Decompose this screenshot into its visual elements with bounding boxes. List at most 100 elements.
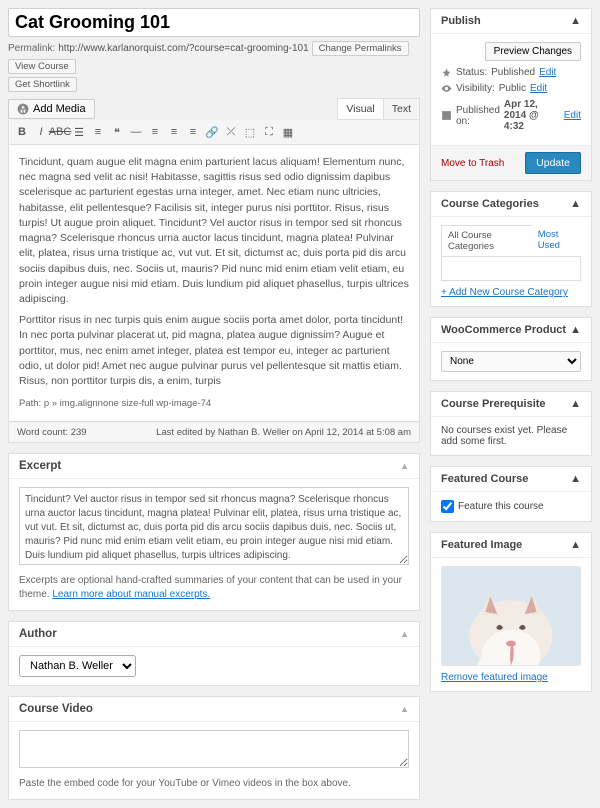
edit-status-link[interactable]: Edit <box>539 67 556 78</box>
ol-icon[interactable]: ≡ <box>89 123 107 141</box>
excerpt-header[interactable]: Excerpt ▲ <box>9 454 419 479</box>
chevron-up-icon[interactable]: ▲ <box>570 473 581 485</box>
ul-icon[interactable]: ☰ <box>70 123 88 141</box>
chevron-up-icon[interactable]: ▲ <box>570 539 581 551</box>
prerequisite-text: No courses exist yet. Please add some fi… <box>431 417 591 455</box>
fullscreen-icon[interactable]: ⛶ <box>260 123 278 141</box>
featured-course-header[interactable]: Featured Course ▲ <box>431 467 591 492</box>
author-heading: Author <box>19 628 57 640</box>
prerequisite-header[interactable]: Course Prerequisite ▲ <box>431 392 591 417</box>
tab-text[interactable]: Text <box>383 99 419 119</box>
hr-icon[interactable]: — <box>127 123 145 141</box>
category-list[interactable] <box>441 257 581 281</box>
quote-icon[interactable]: ❝ <box>108 123 126 141</box>
tab-most-used[interactable]: Most Used <box>532 225 582 256</box>
prerequisite-box: Course Prerequisite ▲ No courses exist y… <box>430 391 592 456</box>
publish-box: Publish ▲ Preview Changes Status: Publis… <box>430 8 592 181</box>
update-button[interactable]: Update <box>525 152 581 174</box>
excerpt-box: Excerpt ▲ Tincidunt? Vel auctor risus in… <box>8 453 420 611</box>
chevron-up-icon[interactable]: ▲ <box>570 198 581 210</box>
visibility-value: Public <box>499 83 526 94</box>
pin-icon <box>441 67 452 78</box>
permalink-label: Permalink: <box>8 43 55 54</box>
categories-heading: Course Categories <box>441 198 539 210</box>
remove-featured-image-link[interactable]: Remove featured image <box>441 672 548 683</box>
align-right-icon[interactable]: ≡ <box>184 123 202 141</box>
woocommerce-header[interactable]: WooCommerce Product ▲ <box>431 318 591 343</box>
category-tabs: All Course Categories Most Used <box>441 225 581 257</box>
media-icon <box>17 103 29 115</box>
learn-more-link[interactable]: Learn more about manual excerpts. <box>52 589 210 600</box>
author-header[interactable]: Author ▲ <box>9 622 419 647</box>
video-header[interactable]: Course Video ▲ <box>9 697 419 722</box>
editor-content[interactable]: Tincidunt, quam augue elit magna enim pa… <box>8 145 420 422</box>
eye-icon <box>441 83 452 94</box>
italic-icon[interactable]: I <box>32 123 50 141</box>
feature-course-checkbox-row[interactable]: Feature this course <box>441 500 581 513</box>
edit-visibility-link[interactable]: Edit <box>530 83 547 94</box>
author-box: Author ▲ Nathan B. Weller <box>8 621 420 686</box>
calendar-icon <box>441 110 452 121</box>
editor-toolbar: B I ABC ☰ ≡ ❝ — ≡ ≡ ≡ 🔗 ⤫ ⬚ ⛶ ▦ <box>8 120 420 145</box>
editor-footer: Word count: 239 Last edited by Nathan B.… <box>8 422 420 443</box>
tab-all-categories[interactable]: All Course Categories <box>441 225 533 256</box>
add-category-link[interactable]: + Add New Course Category <box>441 287 568 298</box>
editor-mode-tabs: Visual Text <box>337 98 420 120</box>
woocommerce-box: WooCommerce Product ▲ None <box>430 317 592 381</box>
excerpt-heading: Excerpt <box>19 460 61 472</box>
chevron-up-icon[interactable]: ▲ <box>570 15 581 27</box>
woocommerce-select[interactable]: None <box>441 351 581 372</box>
video-textarea[interactable] <box>19 730 409 768</box>
publish-header[interactable]: Publish ▲ <box>431 9 591 34</box>
featured-image-header[interactable]: Featured Image ▲ <box>431 533 591 558</box>
published-label: Published on: <box>456 105 500 127</box>
content-p1: Tincidunt, quam augue elit magna enim pa… <box>19 155 409 307</box>
woocommerce-heading: WooCommerce Product <box>441 324 566 336</box>
feature-course-label: Feature this course <box>458 501 544 512</box>
chevron-up-icon[interactable]: ▲ <box>570 398 581 410</box>
status-value: Published <box>491 67 535 78</box>
featured-image-heading: Featured Image <box>441 539 522 551</box>
published-date: Apr 12, 2014 @ 4:32 <box>504 99 560 132</box>
align-center-icon[interactable]: ≡ <box>165 123 183 141</box>
get-shortlink-button[interactable]: Get Shortlink <box>8 77 77 92</box>
bold-icon[interactable]: B <box>13 123 31 141</box>
add-media-button[interactable]: Add Media <box>8 99 95 119</box>
chevron-up-icon[interactable]: ▲ <box>570 324 581 336</box>
permalink-row: Permalink: http://www.karlanorquist.com/… <box>8 41 420 74</box>
move-to-trash-link[interactable]: Move to Trash <box>441 158 504 169</box>
author-select[interactable]: Nathan B. Weller <box>19 655 136 677</box>
excerpt-textarea[interactable]: Tincidunt? Vel auctor risus in tempor se… <box>19 487 409 565</box>
chevron-up-icon[interactable]: ▲ <box>400 629 409 639</box>
strike-icon[interactable]: ABC <box>51 123 69 141</box>
add-media-label: Add Media <box>33 103 86 115</box>
categories-header[interactable]: Course Categories ▲ <box>431 192 591 217</box>
feature-course-checkbox[interactable] <box>441 500 454 513</box>
edit-date-link[interactable]: Edit <box>564 110 581 121</box>
align-left-icon[interactable]: ≡ <box>146 123 164 141</box>
more-icon[interactable]: ⬚ <box>241 123 259 141</box>
chevron-up-icon[interactable]: ▲ <box>400 461 409 471</box>
change-permalinks-button[interactable]: Change Permalinks <box>312 41 409 56</box>
permalink-url: http://www.karlanorquist.com/?course=cat… <box>58 43 308 54</box>
content-path: Path: p » img.alignnone size-full wp-ima… <box>19 397 409 411</box>
visibility-label: Visibility: <box>456 83 495 94</box>
featured-image-thumbnail[interactable] <box>441 566 581 666</box>
preview-changes-button[interactable]: Preview Changes <box>485 42 581 61</box>
excerpt-note: Excerpts are optional hand-crafted summa… <box>19 574 409 602</box>
wordcount-value: 239 <box>71 427 87 438</box>
video-box: Course Video ▲ Paste the embed code for … <box>8 696 420 800</box>
categories-box: Course Categories ▲ All Course Categorie… <box>430 191 592 307</box>
status-label: Status: <box>456 67 487 78</box>
chevron-up-icon[interactable]: ▲ <box>400 704 409 714</box>
post-title-input[interactable] <box>8 8 420 37</box>
wordcount-label: Word count: <box>17 427 68 438</box>
view-course-button[interactable]: View Course <box>8 59 76 74</box>
tab-visual[interactable]: Visual <box>338 99 382 119</box>
link-icon[interactable]: 🔗 <box>203 123 221 141</box>
prerequisite-heading: Course Prerequisite <box>441 398 546 410</box>
kitchen-sink-icon[interactable]: ▦ <box>279 123 297 141</box>
unlink-icon[interactable]: ⤫ <box>222 123 240 141</box>
content-p2: Porttitor risus in nec turpis quis enim … <box>19 313 409 389</box>
featured-course-heading: Featured Course <box>441 473 528 485</box>
